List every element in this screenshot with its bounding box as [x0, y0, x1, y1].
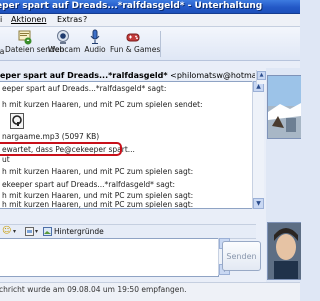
picture-toggle[interactable]: ▲ — [256, 70, 266, 84]
my-picture-image — [268, 223, 301, 279]
format-toolbar: ☺ ▾ ▾ Hintergründe — [0, 224, 256, 239]
conversation-window: eper spart auf Dreads...*ralfdasgeld* - … — [0, 0, 301, 301]
file-transfer-line[interactable]: nargaame.mp3 (5097 KB) — [2, 132, 99, 141]
to-contact-email: <philomatsw@hotmail.com> — [170, 71, 255, 80]
chat-line: h mit kurzen Haaren, und mit PC zum spie… — [2, 100, 203, 109]
chat-line: eeper spart auf Dreads...*ralfdasgeld* s… — [2, 84, 167, 93]
menu-item-help[interactable]: ? — [83, 14, 87, 26]
message-input[interactable] — [0, 238, 219, 277]
chat-line: h mit kurzen Haaren, und mit PC zum spie… — [2, 167, 194, 176]
send-files-button[interactable]: Dateien senden — [5, 29, 65, 59]
highlight-annotation — [0, 142, 122, 156]
menu-item-partial[interactable]: i — [0, 14, 2, 26]
backgrounds-button[interactable]: Hintergründe — [54, 225, 104, 238]
wink-dropdown-icon[interactable]: ▾ — [35, 225, 38, 238]
emoticon-dropdown-icon[interactable]: ▾ — [13, 225, 16, 238]
wink-icon[interactable] — [25, 227, 34, 236]
backgrounds-icon — [43, 227, 52, 236]
scroll-down-icon[interactable]: ▼ — [253, 198, 264, 209]
menu-item-aktionen[interactable]: Aktionen — [11, 14, 46, 26]
webcam-label: Webcam — [48, 45, 81, 54]
status-bar: chricht wurde am 09.08.04 um 19:50 empfa… — [0, 282, 300, 301]
emoticon-icon[interactable]: ☺ — [2, 225, 11, 238]
to-contact-name: eper spart auf Dreads...*ralfdasgeld* — [0, 71, 168, 80]
status-text: chricht wurde am 09.08.04 um 19:50 empfa… — [0, 285, 187, 294]
audio-label: Audio — [84, 45, 106, 54]
menu-item-extras[interactable]: Extras — [57, 14, 82, 26]
audio-button[interactable]: Audio — [83, 29, 107, 59]
audio-icon — [90, 29, 100, 44]
window-title: eper spart auf Dreads...*ralfdasgeld* - … — [0, 1, 263, 11]
webcam-button[interactable]: Webcam — [48, 29, 81, 59]
chat-scrollbar[interactable]: ▲ ▼ — [252, 81, 264, 209]
chat-line: ut — [2, 155, 10, 164]
fun-games-button[interactable]: Fun & Games — [110, 29, 161, 59]
toolbar-separator — [160, 31, 161, 57]
menu-bar: i Aktionen Extras ? — [0, 14, 300, 27]
title-bar[interactable]: eper spart auf Dreads...*ralfdasgeld* - … — [0, 0, 300, 14]
toolbar: a Dateien senden Webcam Audio Fun & Game… — [0, 27, 300, 61]
chat-line: h mit kurzen Haaren, und mit PC zum spie… — [2, 200, 194, 209]
webcam-icon — [57, 30, 69, 44]
contact-display-picture[interactable] — [267, 75, 301, 139]
chat-line: h mit kurzen Haaren, und mit PC zum spie… — [2, 191, 194, 200]
send-button[interactable]: Senden — [222, 241, 261, 271]
send-files-icon — [18, 30, 32, 45]
send-files-label: Dateien senden — [5, 45, 65, 54]
collapse-picture-icon[interactable]: ▲ — [257, 71, 266, 80]
to-line: eper spart auf Dreads...*ralfdasgeld* <p… — [0, 70, 255, 81]
fun-games-label: Fun & Games — [110, 45, 161, 54]
games-icon — [126, 33, 140, 42]
chat-line: ekeeper spart auf Dreads...*ralfdasgeld*… — [2, 180, 176, 189]
my-display-picture[interactable] — [267, 222, 301, 280]
file-transfer-icon — [10, 113, 24, 129]
contact-picture-image — [268, 76, 301, 138]
